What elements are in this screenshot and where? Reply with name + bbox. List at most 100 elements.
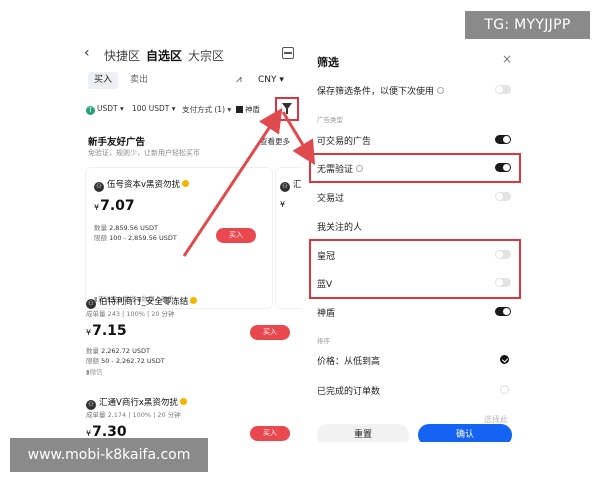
ad-quantity: 数量 2,262.72 USDT xyxy=(86,345,150,355)
sort-label: 价格：从低到高 xyxy=(317,357,381,367)
filter-row-label: 我关注的人 xyxy=(317,223,363,233)
sort-label: 已完成的订单数 xyxy=(317,387,381,397)
buy-button[interactable]: 买入 xyxy=(250,325,290,340)
merchant-name[interactable]: ⚇ 伍号资本v黑资勿扰 xyxy=(94,178,190,192)
scan-icon[interactable] xyxy=(282,47,294,59)
qty-value: 2,859.56 USDT xyxy=(109,224,158,232)
info-icon[interactable] xyxy=(437,87,445,94)
shield-label: 神盾 xyxy=(245,105,260,114)
confirm-button[interactable]: 确认 xyxy=(418,424,512,442)
verified-badge-icon xyxy=(179,398,187,405)
sort-row-orders[interactable]: 已完成的订单数 xyxy=(317,382,513,398)
chart-icon[interactable]: ⩘ xyxy=(236,74,242,85)
close-icon[interactable]: × xyxy=(502,52,512,66)
merchant-name[interactable]: ⚇ 伯特利商行_安全零冻结 xyxy=(86,295,198,309)
filter-row-label: 交易过 xyxy=(317,194,345,204)
funnel-stem xyxy=(286,109,288,114)
shield-filter[interactable]: 神盾 xyxy=(236,104,260,115)
merchant-label: 伍号资本v黑资勿扰 xyxy=(107,180,181,190)
asset-select[interactable]: T USDT ▾ xyxy=(86,104,124,115)
checkmark-icon[interactable] xyxy=(500,355,509,364)
qty-label: 数量 xyxy=(86,347,99,355)
asset-label: USDT ▾ xyxy=(97,104,124,113)
amount-select[interactable]: 100 USDT ▾ xyxy=(132,104,175,113)
save-filter-row: 保存筛选条件，以便下次使用 xyxy=(317,82,513,98)
qty-value: 2,262.72 USDT xyxy=(101,347,150,355)
filter-sheet: 筛选 × 保存筛选条件，以便下次使用 广告类型 可交易的广告 无需验证 交易过 … xyxy=(308,38,522,442)
promo-subtitle: 免验证，规则少，让新用户轻松买币 xyxy=(88,149,200,157)
limit-value: 100 - 2,859.56 USDT xyxy=(109,234,177,242)
payment-methods: ▮微信 xyxy=(86,368,103,376)
watermark: www.mobi-k8kaifa.com xyxy=(10,438,208,472)
limit-value: 50 - 2,262.72 USDT xyxy=(101,357,165,365)
shield-toggle[interactable] xyxy=(495,307,511,316)
highlight-box-no-verification xyxy=(309,153,521,183)
promo-title: 新手友好广告 xyxy=(88,137,146,148)
filter-row-traded: 交易过 xyxy=(317,189,513,205)
screenshot-stage: ‹ 快捷区 自选区 大宗区 买入 卖出 ⩘ CNY ▾ T USDT ▾ 100 … xyxy=(0,0,600,480)
tab-bulk-zone[interactable]: 大宗区 xyxy=(188,47,224,64)
section-sort: 排序 xyxy=(317,337,330,345)
avatar: ⚇ xyxy=(280,182,290,192)
merchant-label: 汇通V商行x黑资勿扰 xyxy=(99,398,178,408)
tab-custom-zone[interactable]: 自选区 xyxy=(146,47,182,64)
ad-price: ¥7.07 xyxy=(94,198,135,214)
filter-row-label: 可交易的广告 xyxy=(317,137,372,147)
save-filter-toggle[interactable] xyxy=(495,85,511,94)
checkbox-icon xyxy=(236,106,243,113)
filter-row-shield: 神盾 xyxy=(317,304,513,320)
tradable-toggle[interactable] xyxy=(495,135,511,144)
section-ad-type: 广告类型 xyxy=(317,116,343,124)
back-arrow-icon[interactable]: ‹ xyxy=(84,45,90,61)
currency-symbol: ¥ xyxy=(86,328,92,337)
trade-stats: 成单量 2,174 | 100% | 20 分钟 xyxy=(86,411,181,419)
save-filter-label: 保存筛选条件，以便下次使用 xyxy=(317,84,445,97)
limit-label: 限额 xyxy=(94,234,107,242)
currency-select[interactable]: CNY ▾ xyxy=(258,75,284,85)
merchant-name: ⚇ 汇 xyxy=(280,178,302,192)
top-nav: ‹ 快捷区 自选区 大宗区 xyxy=(80,44,302,66)
ad-price: ¥7.15 xyxy=(86,323,127,339)
verified-badge-icon xyxy=(190,297,198,304)
p2p-market-panel: ‹ 快捷区 自选区 大宗区 买入 卖出 ⩘ CNY ▾ T USDT ▾ 100 … xyxy=(80,38,302,442)
reset-button[interactable]: 重置 xyxy=(317,424,409,442)
buy-button[interactable]: 买入 xyxy=(250,426,290,441)
sort-row-price[interactable]: 价格：从低到高 xyxy=(317,352,513,368)
radio-icon[interactable] xyxy=(500,385,509,394)
avatar: ⚇ xyxy=(94,182,104,192)
ad-quantity: 数量 2,859.56 USDT xyxy=(94,222,158,232)
filter-title: 筛选 xyxy=(317,56,339,69)
price-value: 7.15 xyxy=(92,323,127,339)
highlight-box-crown-bluev xyxy=(309,239,521,299)
usdt-icon: T xyxy=(86,106,95,115)
filter-button[interactable] xyxy=(275,97,299,121)
ad-card: ⚇ 伍号资本v黑资勿扰 ¥7.07 数量 2,859.56 USDT 限额 100… xyxy=(86,168,272,308)
filter-row-tradable: 可交易的广告 xyxy=(317,132,513,148)
sell-tab[interactable]: 卖出 xyxy=(124,72,154,89)
tg-badge: TG: MYYJJPP xyxy=(465,11,590,39)
merchant-label: 伯特利商行_安全零冻结 xyxy=(99,297,189,307)
tab-quick-zone[interactable]: 快捷区 xyxy=(104,47,140,64)
filter-row-label: 神盾 xyxy=(317,309,336,319)
buy-tab[interactable]: 买入 xyxy=(88,72,118,89)
currency-symbol: ¥ xyxy=(280,200,286,209)
currency-symbol: ¥ xyxy=(94,203,100,212)
ad-limit: 限额 100 - 2,859.56 USDT xyxy=(94,232,177,242)
filter-row-following: 我关注的人 xyxy=(317,218,513,234)
qty-label: 数量 xyxy=(94,224,107,232)
filter-bar: T USDT ▾ 100 USDT ▾ 支付方式 (1) ▾ 神盾 xyxy=(84,102,298,118)
view-more-link[interactable]: 查看更多 xyxy=(260,136,290,147)
save-filter-text: 保存筛选条件，以便下次使用 xyxy=(317,87,435,97)
buy-button[interactable]: 买入 xyxy=(216,228,256,243)
traded-toggle[interactable] xyxy=(495,192,511,201)
limit-label: 限额 xyxy=(86,357,99,365)
price-value: 7.07 xyxy=(100,198,135,214)
payment-select[interactable]: 支付方式 (1) ▾ xyxy=(182,104,231,115)
verified-badge-icon xyxy=(182,180,190,187)
merchant-label: 汇 xyxy=(293,180,302,190)
ad-limit: 限额 50 - 2,262.72 USDT xyxy=(86,355,165,365)
trade-stats: 成单量 243 | 100% | 20 分钟 xyxy=(86,310,175,318)
currency-symbol: ¥ xyxy=(86,429,92,438)
ad-card-peek: ⚇ 汇 ¥ xyxy=(276,168,302,308)
merchant-name[interactable]: ⚇ 汇通V商行x黑资勿扰 xyxy=(86,396,187,410)
